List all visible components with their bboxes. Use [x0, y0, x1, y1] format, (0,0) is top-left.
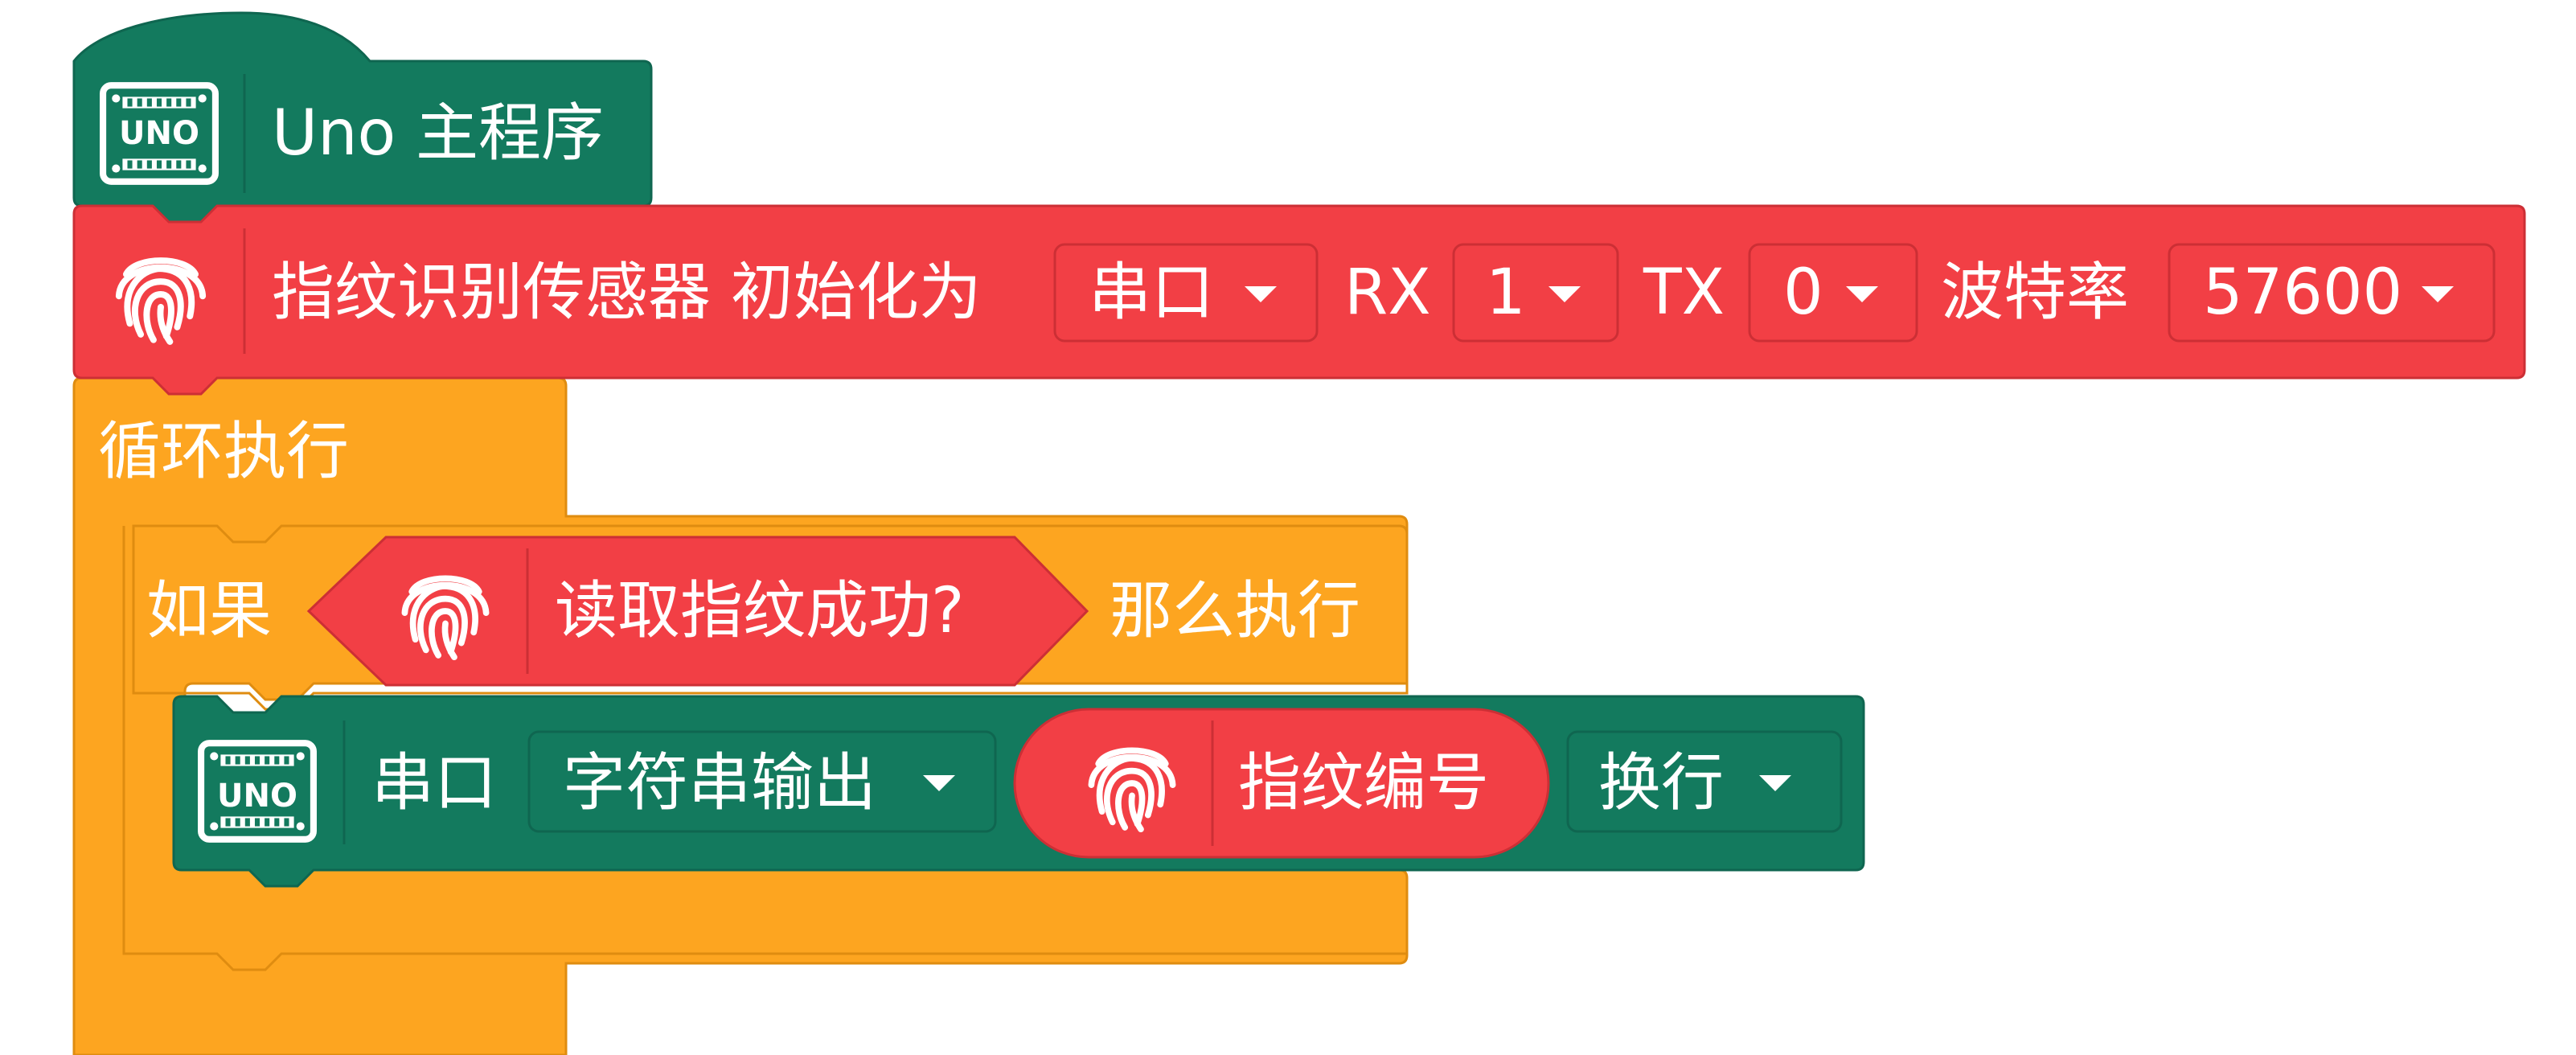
- fingerprint-id-reporter[interactable]: 指纹编号: [1013, 708, 1550, 859]
- if-label: 如果: [146, 575, 272, 647]
- baud-dropdown[interactable]: 57600: [2168, 243, 2496, 343]
- fingerprint-id-label: 指纹编号: [1238, 747, 1489, 819]
- fingerprint-init-block[interactable]: 指纹识别传感器 初始化为 串口 RX 1 TX 0 波特率 57600: [72, 204, 2526, 396]
- main-block-label: Uno 主程序: [272, 97, 604, 170]
- dropdown-box: [1748, 243, 1918, 343]
- tx-dropdown[interactable]: 0: [1748, 243, 1918, 343]
- port-dropdown[interactable]: 串口: [1053, 243, 1319, 343]
- serial-mode-value: 字符串输出: [563, 747, 876, 819]
- baud-label: 波特率: [1941, 257, 2129, 329]
- uno-icon-text: UNO: [119, 115, 199, 152]
- tx-label: TX: [1643, 257, 1725, 329]
- baud-value: 57600: [2203, 257, 2402, 329]
- serial-label: 串口: [371, 747, 497, 819]
- tx-value: 0: [1783, 257, 1823, 329]
- dropdown-box: [1452, 243, 1619, 343]
- port-value: 串口: [1089, 257, 1214, 329]
- condition-read-fingerprint[interactable]: 读取指纹成功?: [306, 536, 1089, 687]
- condition-label: 读取指纹成功?: [555, 575, 964, 647]
- rx-label: RX: [1344, 257, 1431, 329]
- loop-label: 循环执行: [98, 416, 349, 488]
- init-label: 指纹识别传感器 初始化为: [272, 257, 982, 329]
- serial-mode-dropdown[interactable]: 字符串输出: [527, 730, 997, 833]
- rx-value: 1: [1486, 257, 1526, 329]
- then-label: 那么执行: [1110, 575, 1360, 647]
- uno-icon-text: UNO: [217, 778, 297, 815]
- rx-dropdown[interactable]: 1: [1452, 243, 1619, 343]
- uno-main-block[interactable]: UNO Uno 主程序: [72, 11, 653, 224]
- newline-value: 换行: [1598, 747, 1724, 819]
- serial-output-block[interactable]: UNO 串口 字符串输出 指纹编号 换行: [172, 695, 1865, 888]
- newline-dropdown[interactable]: 换行: [1566, 730, 1843, 833]
